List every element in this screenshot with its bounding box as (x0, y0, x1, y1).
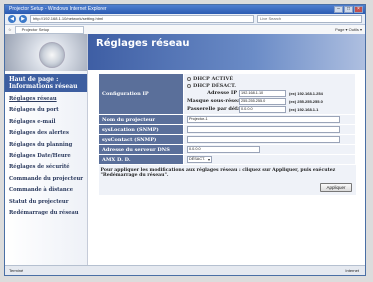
sidebar-item-remote-control[interactable]: Commande à distance (5, 185, 87, 196)
sidebar-item-port-settings[interactable]: Réglages du port (5, 105, 87, 116)
sidebar-item-schedule-settings[interactable]: Réglages du planning (5, 140, 87, 151)
maximize-button[interactable]: □ (344, 6, 353, 13)
minimize-button[interactable]: – (334, 6, 343, 13)
ip-config-label: Configuration IP (98, 73, 184, 115)
status-bar: Terminé Internet (5, 265, 365, 275)
back-icon[interactable]: ◀ (8, 15, 16, 23)
status-zone: Internet (345, 268, 359, 273)
dhcp-on-label: DHCP ACTIVÉ (193, 75, 234, 82)
sidebar-item-network-settings[interactable]: Réglages réseau (5, 94, 87, 105)
window-controls: – □ × (334, 6, 363, 13)
amx-dd-select[interactable]: DÉSACT. (187, 156, 212, 163)
sidebar: Haut de page : Informations réseau Régla… (5, 34, 88, 266)
dhcp-on-radio[interactable] (187, 76, 191, 81)
gateway-hint: (ex) 192.168.1.1 (289, 106, 319, 112)
search-input[interactable]: Live Search (257, 15, 362, 23)
sidebar-item-security-settings[interactable]: Réglages de sécurité (5, 162, 87, 173)
sidebar-item-projector-status[interactable]: Statut du projecteur (5, 197, 87, 208)
sidebar-item-alert-settings[interactable]: Réglages des alertes (5, 128, 87, 139)
gateway-input[interactable]: 0.0.0.0 (239, 105, 286, 113)
star-icon[interactable]: ☆ (8, 27, 12, 32)
amx-dd-label: AMX D. D. (98, 154, 184, 165)
dns-server-input[interactable]: 0.0.0.0 (187, 146, 260, 153)
dhcp-off-label: DHCP DÉSACT. (193, 82, 236, 89)
dns-server-label: Adresse du serveur DNS (98, 144, 184, 155)
sidebar-menu: Réglages réseau Réglages du port Réglage… (5, 94, 87, 219)
apply-button[interactable]: Appliquer (320, 183, 352, 192)
sidebar-item-email-settings[interactable]: Réglages e-mail (5, 117, 87, 128)
ip-address-label: Adresse IP (207, 90, 237, 96)
toolbar-menus[interactable]: Page ▾ Outils ▾ (335, 27, 362, 32)
gateway-label: Passerelle par défaut (187, 106, 247, 112)
syscontact-input[interactable] (187, 136, 340, 143)
address-input[interactable]: http://192.168.1.10/network/setting.html (30, 15, 254, 23)
sidebar-home-link[interactable]: Haut de page : Informations réseau (5, 74, 87, 92)
sidebar-item-network-restart[interactable]: Redémarrage du réseau (5, 208, 87, 219)
address-bar-row: ◀ ▶ http://192.168.1.10/network/setting.… (5, 14, 365, 25)
forward-icon[interactable]: ▶ (19, 15, 27, 23)
syslocation-label: sysLocation (SNMP) (98, 124, 184, 135)
browser-window: Projector Setup - Windows Internet Explo… (4, 4, 366, 276)
window-title: Projector Setup - Windows Internet Explo… (9, 6, 107, 12)
subnet-mask-label: Masque sous-réseau (187, 98, 245, 104)
status-text: Terminé (9, 268, 24, 273)
apply-note: Pour appliquer les modifications aux rég… (98, 164, 356, 181)
page-title: Réglages réseau (88, 34, 365, 70)
lens-icon (39, 42, 65, 68)
sidebar-item-datetime-settings[interactable]: Réglages Date/Heure (5, 151, 87, 162)
network-settings-form: Configuration IP DHCP ACTIVÉ DHCP DÉSACT… (98, 73, 356, 195)
projector-name-input[interactable]: Projector-1 (187, 116, 340, 123)
page-content: Haut de page : Informations réseau Régla… (5, 34, 365, 266)
projector-name-label: Nom du projecteur (98, 114, 184, 125)
ip-address-hint: (ex) 192.168.1.254 (289, 90, 323, 96)
subnet-mask-input[interactable]: 255.255.255.0 (239, 97, 286, 105)
projector-logo (5, 34, 87, 71)
main-panel: Réglages réseau Configuration IP DHCP AC… (88, 34, 365, 266)
syslocation-input[interactable] (187, 126, 340, 133)
ip-address-input[interactable]: 192.168.1.10 (239, 89, 286, 97)
close-button[interactable]: × (354, 6, 363, 13)
sidebar-item-projector-control[interactable]: Commande du projecteur (5, 174, 87, 185)
browser-tab[interactable]: Projector Setup (14, 25, 84, 34)
subnet-mask-hint: (ex) 255.255.255.0 (289, 98, 323, 104)
title-bar: Projector Setup - Windows Internet Explo… (5, 5, 365, 14)
dhcp-off-radio[interactable] (187, 83, 191, 88)
syscontact-label: sysContact (SNMP) (98, 134, 184, 145)
